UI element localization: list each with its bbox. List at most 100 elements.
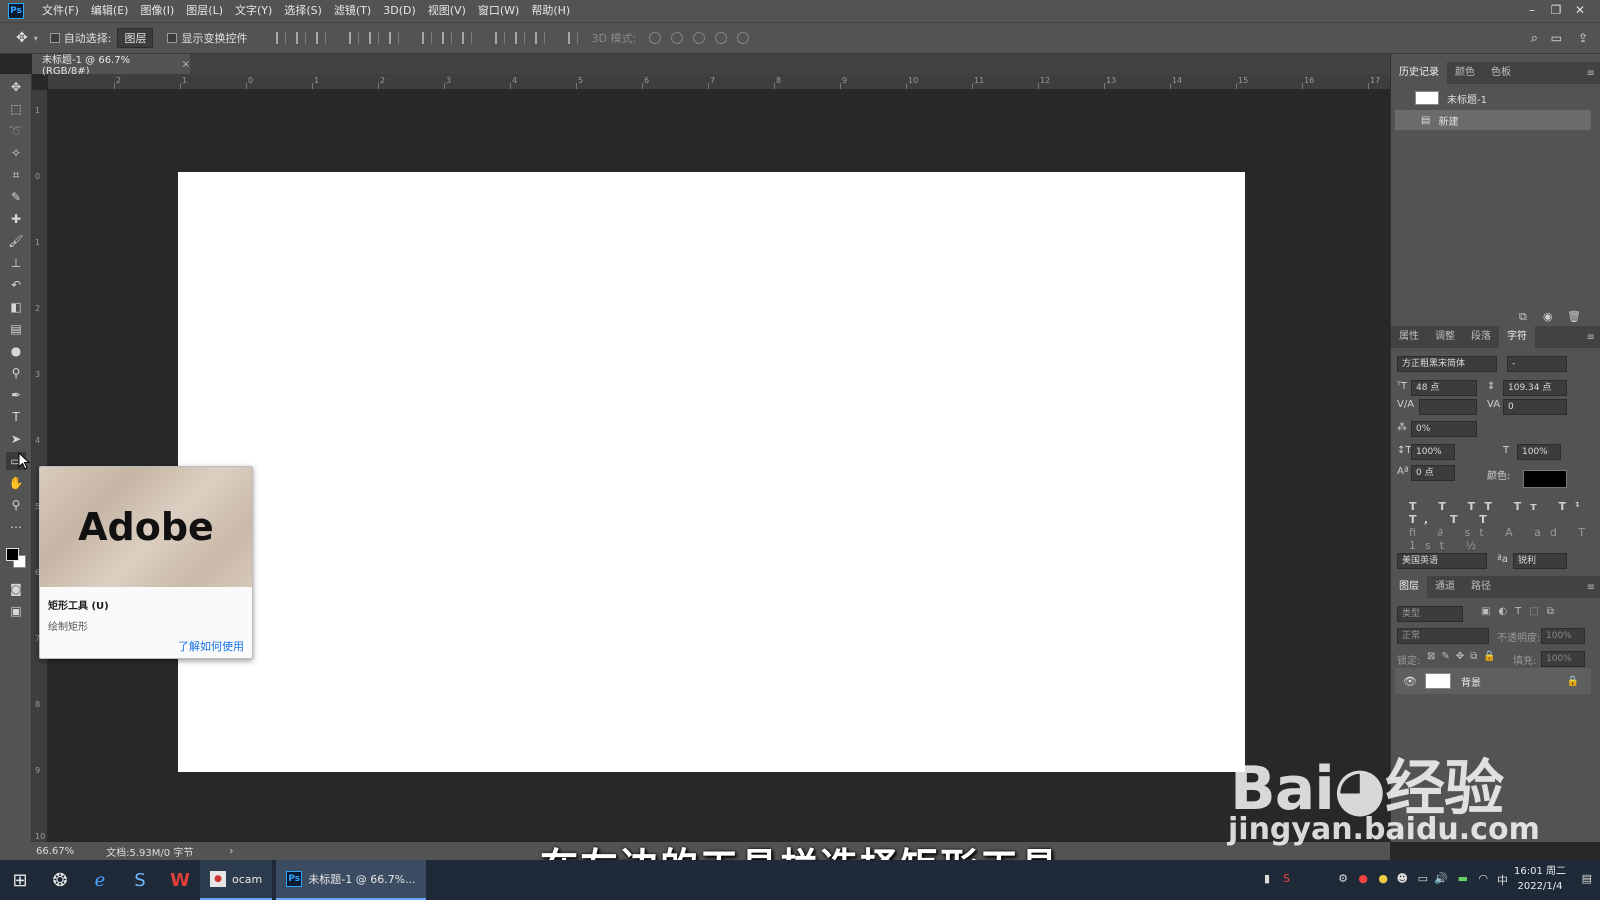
- document-tab-close-icon[interactable]: ×: [182, 59, 190, 70]
- taskbar-app-photoshop[interactable]: Ps 未标题-1 @ 66.7%...: [276, 860, 426, 900]
- trash-icon[interactable]: 🗑: [1567, 310, 1581, 323]
- panel-menu-icon[interactable]: ≡: [1587, 68, 1595, 79]
- align-left-icon[interactable]: [349, 32, 360, 44]
- align-right-icon[interactable]: [389, 32, 400, 44]
- zoom-tool-button[interactable]: ⚲: [6, 496, 26, 514]
- panel-menu-icon[interactable]: ≡: [1587, 582, 1595, 593]
- text-color-swatch[interactable]: [1523, 470, 1567, 488]
- menu-help[interactable]: 帮助(H): [525, 0, 576, 22]
- tray-network-tool-icon[interactable]: ⚙: [1338, 872, 1348, 885]
- distribute-vcenter-icon[interactable]: [442, 32, 453, 44]
- crop-tool-button[interactable]: ⌗: [6, 166, 26, 184]
- tray-sogou-icon[interactable]: S: [1283, 872, 1290, 885]
- kerning-field[interactable]: [1419, 399, 1477, 415]
- align-top-icon[interactable]: [276, 32, 287, 44]
- tab-adjustments[interactable]: 调整: [1427, 326, 1463, 348]
- faux-style-buttons[interactable]: T T TT Tт T¹ T, T T: [1409, 500, 1600, 526]
- distribute-right-icon[interactable]: [535, 32, 546, 44]
- fill-field[interactable]: 100%: [1541, 651, 1585, 667]
- layer-filter-icons[interactable]: ▣◐T⬚⧉: [1481, 606, 1562, 617]
- pen-tool-button[interactable]: ✒: [6, 386, 26, 404]
- align-hcenter-icon[interactable]: [369, 32, 380, 44]
- menu-type[interactable]: 文字(Y): [229, 0, 278, 22]
- align-vcenter-icon[interactable]: [296, 32, 307, 44]
- layer-filter-input[interactable]: 类型: [1397, 606, 1463, 622]
- hand-tool-button[interactable]: ✋: [6, 474, 26, 492]
- quick-mask-icon[interactable]: ◙: [6, 580, 26, 598]
- history-item-new[interactable]: ▤ 新建: [1395, 110, 1591, 130]
- app-icon-1[interactable]: ❂: [40, 860, 80, 900]
- history-brush-tool-button[interactable]: ↶: [6, 276, 26, 294]
- brush-tool-button[interactable]: 🖌: [6, 232, 26, 250]
- antialias-select[interactable]: 锐利: [1513, 553, 1567, 569]
- wps-icon[interactable]: W: [160, 860, 200, 900]
- clone-stamp-tool-button[interactable]: ⊥: [6, 254, 26, 272]
- path-selection-tool-button[interactable]: ➤: [6, 430, 26, 448]
- tracking-field[interactable]: 0: [1503, 399, 1567, 415]
- tray-ime-icon[interactable]: 中: [1497, 872, 1508, 888]
- eyedropper-tool-button[interactable]: ✎: [6, 188, 26, 206]
- distribute-bottom-icon[interactable]: [462, 32, 473, 44]
- opentype-buttons[interactable]: ﬁ ∂ st A ad T 1st ½: [1409, 526, 1600, 552]
- blend-mode-select[interactable]: 正常: [1397, 628, 1489, 644]
- tab-character[interactable]: 字符: [1499, 326, 1535, 348]
- screen-mode-icon[interactable]: ▣: [6, 602, 26, 620]
- 3d-slide-icon[interactable]: [715, 32, 728, 44]
- menu-view[interactable]: 视图(V): [422, 0, 472, 22]
- move-tool-icon[interactable]: ✥: [16, 30, 28, 46]
- close-button[interactable]: ✕: [1568, 0, 1592, 20]
- tooltip-learn-link[interactable]: 了解如何使用: [178, 638, 244, 654]
- move-tool-button[interactable]: ✥: [6, 78, 26, 96]
- dodge-tool-button[interactable]: ⚲: [6, 364, 26, 382]
- lock-options-icons[interactable]: ⊠✎✥⧉🔒: [1427, 651, 1502, 662]
- 3d-orbit-icon[interactable]: [649, 32, 662, 44]
- panel-menu-icon[interactable]: ≡: [1587, 332, 1595, 343]
- minimize-button[interactable]: –: [1520, 0, 1544, 20]
- marquee-tool-button[interactable]: ⬚: [6, 100, 26, 118]
- tab-properties[interactable]: 属性: [1391, 326, 1427, 348]
- layer-row[interactable]: 👁 背景 🔒: [1395, 668, 1591, 694]
- type-tool-button[interactable]: T: [6, 408, 26, 426]
- tab-swatches[interactable]: 色板: [1483, 62, 1519, 84]
- tray-wifi-icon[interactable]: ◠: [1478, 872, 1488, 885]
- tray-app-icon[interactable]: ▮: [1264, 872, 1270, 885]
- tray-display-icon[interactable]: ▭: [1418, 872, 1428, 885]
- tab-history[interactable]: 历史记录: [1391, 62, 1447, 84]
- auto-select-checkbox[interactable]: [49, 33, 60, 43]
- 3d-roll-icon[interactable]: [671, 32, 684, 44]
- leading-field[interactable]: 109.34 点: [1503, 380, 1567, 396]
- tab-paragraph[interactable]: 段落: [1463, 326, 1499, 348]
- eye-icon[interactable]: 👁: [1403, 675, 1417, 688]
- windows-start-icon[interactable]: ⊞: [0, 860, 40, 900]
- tray-record-icon[interactable]: ●: [1358, 872, 1368, 885]
- tray-app2-icon[interactable]: ●: [1378, 872, 1388, 885]
- vertical-scale-field[interactable]: 100%: [1411, 444, 1455, 460]
- 3d-pan-icon[interactable]: [693, 32, 706, 44]
- horizontal-scale-field[interactable]: 100%: [1517, 444, 1561, 460]
- eraser-tool-button[interactable]: ◧: [6, 298, 26, 316]
- tray-battery-icon[interactable]: ▬: [1458, 872, 1468, 885]
- auto-align-icon[interactable]: [568, 32, 579, 44]
- workspace-icon[interactable]: ▭: [1551, 31, 1562, 45]
- sogou-browser-icon[interactable]: S: [120, 860, 160, 900]
- gradient-tool-button[interactable]: ▤: [6, 320, 26, 338]
- new-document-from-state-icon[interactable]: ⧉: [1519, 310, 1527, 324]
- lasso-tool-button[interactable]: ➰: [6, 122, 26, 140]
- healing-brush-tool-button[interactable]: ✚: [6, 210, 26, 228]
- tab-layers[interactable]: 图层: [1391, 576, 1427, 598]
- search-icon[interactable]: ⌕: [1531, 31, 1538, 46]
- restore-button[interactable]: ❐: [1544, 0, 1568, 20]
- menu-edit[interactable]: 编辑(E): [85, 0, 135, 22]
- tab-channels[interactable]: 通道: [1427, 576, 1463, 598]
- align-bottom-icon[interactable]: [316, 32, 327, 44]
- opacity-field[interactable]: 100%: [1541, 628, 1585, 644]
- notification-center-icon[interactable]: ▤: [1582, 872, 1592, 885]
- menu-window[interactable]: 窗口(W): [472, 0, 525, 22]
- distribute-hcenter-icon[interactable]: [515, 32, 526, 44]
- distribute-top-icon[interactable]: [422, 32, 433, 44]
- menu-file[interactable]: 文件(F): [36, 0, 85, 22]
- tray-security-icon[interactable]: ☻: [1397, 872, 1408, 885]
- more-tools-icon[interactable]: ⋯: [6, 518, 26, 536]
- tray-volume-icon[interactable]: 🔊: [1434, 872, 1448, 885]
- tsume-field[interactable]: 0%: [1411, 421, 1477, 437]
